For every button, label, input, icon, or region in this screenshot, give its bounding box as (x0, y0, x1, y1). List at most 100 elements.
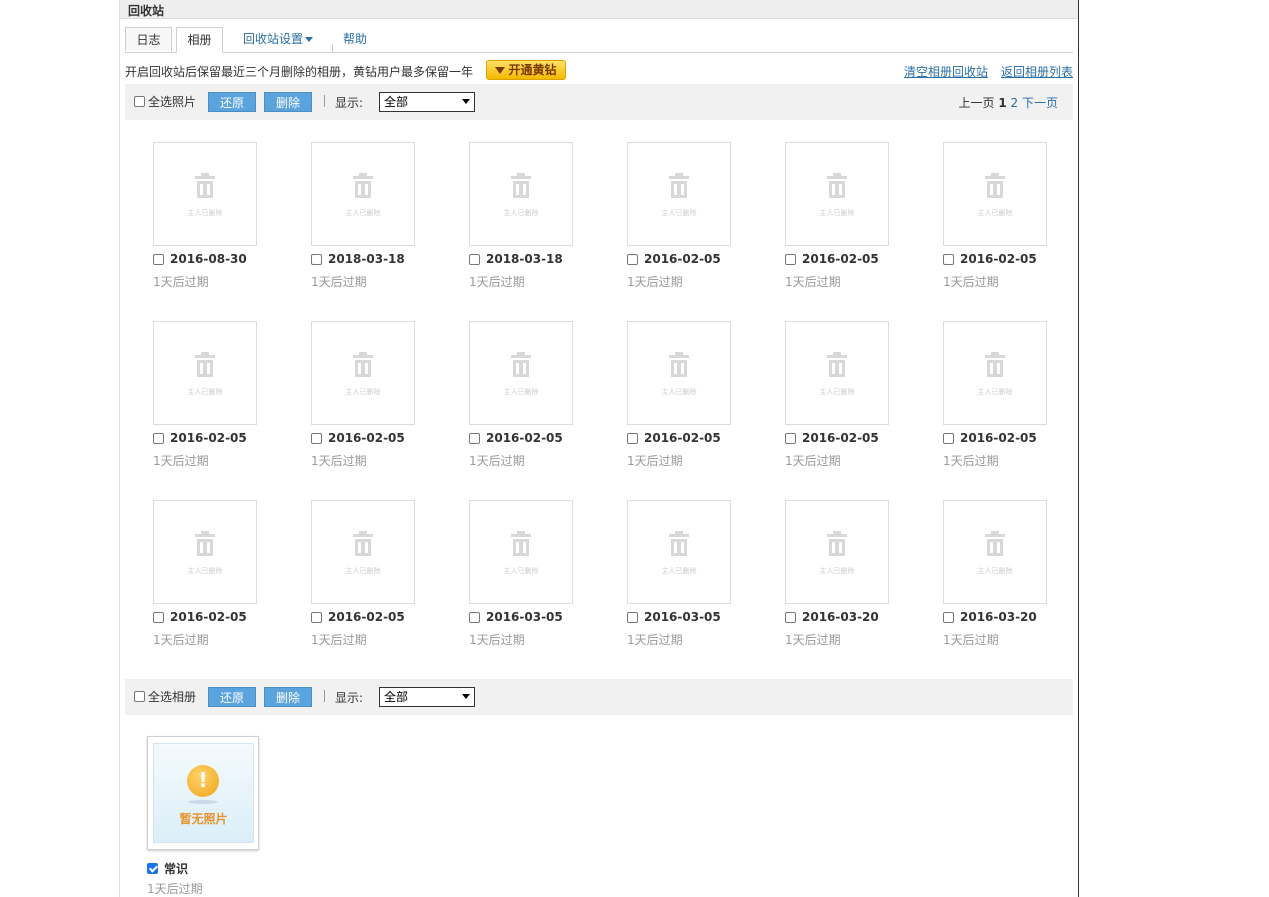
photo-thumbnail[interactable]: 主人已删除 (943, 500, 1047, 604)
photo-checkbox[interactable] (153, 432, 164, 444)
prev-page-link[interactable]: 上一页 (958, 96, 994, 110)
trash-icon (669, 173, 689, 198)
photo-deleted-label: 主人已删除 (345, 209, 381, 217)
photo-checkbox[interactable] (785, 253, 796, 265)
warning-shadow (188, 800, 218, 804)
trash-icon (827, 531, 847, 556)
photo-meta: 2016-03-20 (785, 610, 879, 624)
photo-checkbox[interactable] (153, 253, 164, 265)
back-to-album-list-link[interactable]: 返回相册列表 (1001, 63, 1073, 80)
photo-expire: 1天后过期 (153, 633, 209, 647)
photo-thumbnail[interactable]: 主人已删除 (469, 142, 573, 246)
tab-help[interactable]: 帮助 (336, 27, 374, 51)
trash-icon (353, 173, 373, 198)
photo-thumbnail[interactable]: 主人已删除 (785, 321, 889, 425)
photo-expire: 1天后过期 (311, 275, 367, 289)
photo-date: 2016-02-05 (644, 252, 721, 266)
photo-thumbnail[interactable]: 主人已删除 (311, 321, 415, 425)
album-cover[interactable]: ! 暂无照片 (147, 736, 259, 850)
photo-thumbnail[interactable]: 主人已删除 (627, 142, 731, 246)
open-yellow-diamond-button[interactable]: 开通黄钻 (486, 60, 566, 80)
photo-thumbnail[interactable]: 主人已删除 (943, 142, 1047, 246)
photo-checkbox[interactable] (943, 611, 954, 623)
photo-meta: 2016-03-20 (943, 610, 1037, 624)
photo-checkbox[interactable] (627, 432, 638, 444)
photo-meta: 2018-03-18 (311, 252, 405, 266)
photo-date: 2016-03-05 (486, 610, 563, 624)
tab-recycle-settings[interactable]: 回收站设置 (238, 27, 318, 51)
photo-meta: 2016-02-05 (311, 610, 405, 624)
photo-thumbnail[interactable]: 主人已删除 (627, 321, 731, 425)
photo-expire: 1天后过期 (627, 454, 683, 468)
trash-icon (985, 531, 1005, 556)
photo-thumbnail[interactable]: 主人已删除 (469, 500, 573, 604)
photo-deleted-label: 主人已删除 (661, 388, 697, 396)
photo-checkbox[interactable] (627, 253, 638, 265)
photo-meta: 2016-02-05 (153, 431, 247, 445)
photo-filter-select[interactable]: 全部 (379, 92, 475, 112)
photo-checkbox[interactable] (785, 432, 796, 444)
photo-thumbnail[interactable]: 主人已删除 (153, 142, 257, 246)
retention-notice: 开启回收站后保留最近三个月删除的相册，黄钻用户最多保留一年 (125, 65, 474, 79)
album-toolbar: 全选相册 还原 删除 显示: 全部 (125, 679, 1073, 715)
page-2-link[interactable]: 2 (1011, 96, 1019, 110)
photo-thumbnail[interactable]: 主人已删除 (153, 500, 257, 604)
restore-albums-button[interactable]: 还原 (208, 687, 256, 707)
tab-divider (332, 44, 333, 53)
photo-meta: 2016-02-05 (785, 252, 879, 266)
photo-checkbox[interactable] (311, 253, 322, 265)
delete-albums-button[interactable]: 删除 (264, 687, 312, 707)
delete-photos-button[interactable]: 删除 (264, 92, 312, 112)
photo-thumbnail[interactable]: 主人已删除 (153, 321, 257, 425)
photo-thumbnail[interactable]: 主人已删除 (311, 500, 415, 604)
tab-album[interactable]: 相册 (176, 27, 223, 53)
next-page-link[interactable]: 下一页 (1022, 96, 1058, 110)
no-photo-label: 暂无照片 (179, 812, 228, 826)
clear-album-recycle-link[interactable]: 清空相册回收站 (904, 63, 988, 80)
photo-meta: 2016-02-05 (943, 252, 1037, 266)
photo-checkbox[interactable] (627, 611, 638, 623)
album-checkbox[interactable] (147, 863, 158, 874)
photo-date: 2016-02-05 (486, 431, 563, 445)
photo-checkbox[interactable] (469, 432, 480, 444)
restore-photos-button[interactable]: 还原 (208, 92, 256, 112)
trash-icon (985, 173, 1005, 198)
photo-checkbox[interactable] (153, 611, 164, 623)
photo-checkbox[interactable] (943, 432, 954, 444)
photo-thumbnail[interactable]: 主人已删除 (785, 142, 889, 246)
photo-meta: 2016-02-05 (943, 431, 1037, 445)
tab-diary[interactable]: 日志 (125, 27, 172, 51)
photo-checkbox[interactable] (785, 611, 796, 623)
photo-thumbnail[interactable]: 主人已删除 (311, 142, 415, 246)
photo-thumbnail[interactable]: 主人已删除 (943, 321, 1047, 425)
photo-meta: 2016-03-05 (469, 610, 563, 624)
photo-checkbox[interactable] (469, 611, 480, 623)
photo-deleted-label: 主人已删除 (977, 567, 1013, 575)
photo-checkbox[interactable] (311, 611, 322, 623)
photo-deleted-label: 主人已删除 (187, 388, 223, 396)
photo-checkbox[interactable] (469, 253, 480, 265)
photo-thumbnail[interactable]: 主人已删除 (627, 500, 731, 604)
photo-thumbnail[interactable]: 主人已删除 (469, 321, 573, 425)
photo-expire: 1天后过期 (627, 275, 683, 289)
select-all-photos-label: 全选照片 (148, 95, 197, 109)
album-filter-value: 全部 (384, 690, 409, 704)
photo-deleted-label: 主人已删除 (187, 209, 223, 217)
photo-thumbnail[interactable]: 主人已删除 (785, 500, 889, 604)
trash-icon (511, 352, 531, 377)
photo-date: 2016-02-05 (960, 431, 1037, 445)
select-all-photos-checkbox[interactable] (134, 96, 145, 107)
album-filter-select[interactable]: 全部 (379, 687, 475, 707)
photo-expire: 1天后过期 (785, 454, 841, 468)
photo-deleted-label: 主人已删除 (819, 388, 855, 396)
select-all-albums[interactable]: 全选相册 (134, 688, 196, 705)
photo-date: 2016-02-05 (170, 431, 247, 445)
select-all-photos[interactable]: 全选照片 (134, 93, 196, 110)
photo-expire: 1天后过期 (153, 275, 209, 289)
photo-date: 2016-02-05 (170, 610, 247, 624)
photo-checkbox[interactable] (311, 432, 322, 444)
photo-checkbox[interactable] (943, 253, 954, 265)
photo-expire: 1天后过期 (469, 454, 525, 468)
select-all-albums-checkbox[interactable] (134, 691, 145, 702)
photo-expire: 1天后过期 (943, 275, 999, 289)
